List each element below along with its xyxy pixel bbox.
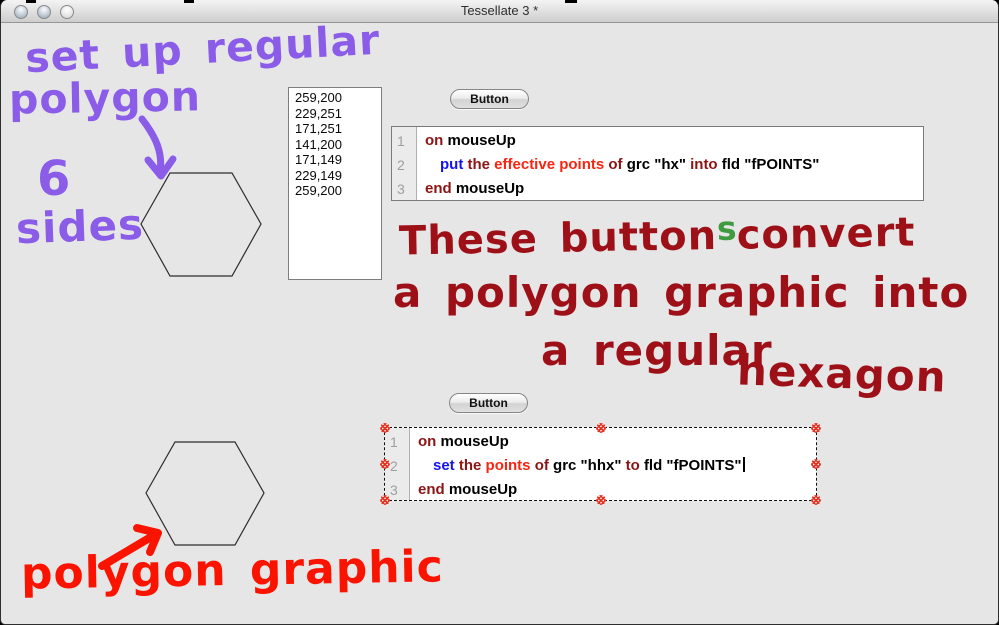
line-number: 1 (392, 130, 416, 154)
line-number-gutter: 123 (392, 127, 417, 200)
script-editor-bottom[interactable]: 123 on mouseUpset the points of grc "hhx… (384, 427, 817, 501)
code-line[interactable]: set the points of grc "hhx" to fld "fPOI… (418, 455, 745, 479)
screen-artifact (26, 0, 36, 3)
code-token: fld "fPOINTS" (722, 156, 820, 173)
code-token: the (468, 156, 495, 173)
hexagon-graphic-bottom[interactable] (146, 442, 264, 545)
code-token: effective points (494, 156, 608, 173)
code-token: of (535, 457, 553, 474)
code-token: mouseUp (449, 481, 517, 498)
annotation-these-button: These button (399, 213, 718, 265)
text-cursor (743, 457, 745, 472)
point-line: 229,149 (295, 168, 381, 184)
code-token: end (425, 180, 456, 197)
annotation-polygon: polygon (9, 76, 202, 120)
line-number: 1 (385, 431, 409, 455)
code-token: fld "fPOINTS" (644, 457, 742, 474)
code-token: on (425, 132, 448, 149)
selection-handle-bottom-left[interactable] (380, 495, 390, 505)
point-line: 259,200 (295, 90, 381, 106)
script-editor-top[interactable]: 123 on mouseUpput the effective points o… (391, 126, 924, 201)
annotation-setup-regular: set up regular (24, 20, 381, 80)
code-area[interactable]: on mouseUpset the points of grc "hhx" to… (410, 428, 745, 500)
selection-handle-middle-left[interactable] (380, 459, 390, 469)
point-line: 259,200 (295, 183, 381, 199)
code-line[interactable]: end mouseUp (425, 178, 819, 200)
code-token: set (433, 457, 455, 474)
code-token: of (608, 156, 626, 173)
code-line[interactable]: on mouseUp (418, 431, 745, 455)
points-field[interactable]: 259,200229,251171,251141,200171,149229,1… (288, 87, 382, 280)
line-number: 2 (392, 154, 416, 178)
code-line[interactable]: put the effective points of grc "hx" int… (425, 154, 819, 178)
title-bar[interactable]: Tessellate 3 * (1, 0, 998, 23)
code-token: mouseUp (456, 180, 524, 197)
annotation-these-buttons-convert: These buttonsconvert (399, 208, 916, 261)
annotation-polygon-graphic-into: a polygon graphic into (393, 272, 969, 314)
point-line: 141,200 (295, 137, 381, 153)
hexagon-graphic-top[interactable] (141, 173, 261, 276)
code-token: the (459, 457, 486, 474)
code-token: mouseUp (448, 132, 516, 149)
annotation-green-s: s (717, 209, 737, 248)
annotation-six: 6 (37, 155, 71, 203)
purple-arrow-annotation (142, 119, 161, 172)
code-token: put (440, 156, 463, 173)
code-token: on (418, 433, 441, 450)
selection-handle-middle-right[interactable] (811, 459, 821, 469)
code-token: grc "hhx" (553, 457, 626, 474)
code-token: end (418, 481, 449, 498)
window-title: Tessellate 3 * (1, 3, 998, 18)
screen-artifact (565, 0, 577, 3)
code-token: to (626, 457, 644, 474)
annotation-polygon-graphic: polygon graphic (21, 545, 444, 596)
selection-handle-top-middle[interactable] (596, 423, 606, 433)
code-line[interactable]: end mouseUp (418, 479, 745, 500)
selection-handle-top-left[interactable] (380, 423, 390, 433)
code-area[interactable]: on mouseUpput the effective points of gr… (417, 127, 819, 200)
app-window: Tessellate 3 * 259,200229,251171,251141,… (0, 0, 999, 625)
annotation-sides: sides (15, 204, 144, 250)
annotation-hexagon: hexagon (736, 349, 947, 398)
point-line: 229,251 (295, 106, 381, 122)
line-number: 3 (392, 178, 416, 202)
code-token: points (486, 457, 535, 474)
code-token: into (690, 156, 722, 173)
screen-artifact (184, 0, 194, 3)
selection-handle-bottom-middle[interactable] (596, 495, 606, 505)
set-points-button[interactable]: Button (449, 393, 528, 413)
code-line[interactable]: on mouseUp (425, 130, 819, 154)
code-token: grc "hx" (627, 156, 690, 173)
point-line: 171,149 (295, 152, 381, 168)
code-token: mouseUp (441, 433, 509, 450)
selection-handle-bottom-right[interactable] (811, 495, 821, 505)
selection-handle-top-right[interactable] (811, 423, 821, 433)
point-line: 171,251 (295, 121, 381, 137)
convert-to-points-button[interactable]: Button (450, 89, 529, 109)
annotation-convert: convert (736, 209, 915, 258)
